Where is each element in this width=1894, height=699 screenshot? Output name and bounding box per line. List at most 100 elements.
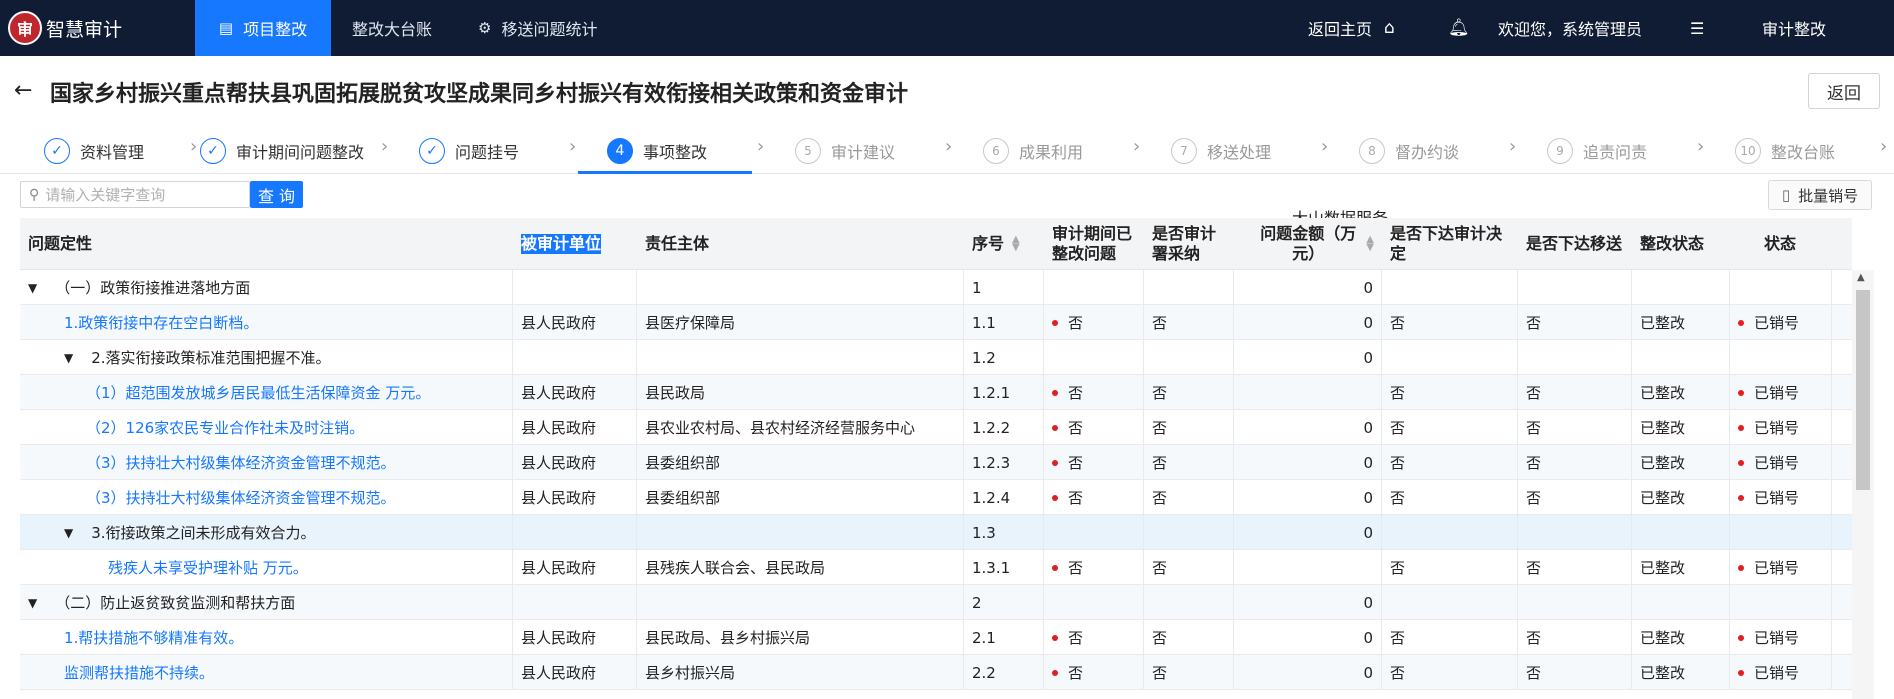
cell-amount: 0 <box>1234 655 1382 690</box>
cell-seq: 1.2.1 <box>964 375 1044 410</box>
scrollbar-thumb[interactable] <box>1856 290 1870 490</box>
nav-tab-transfer-statistics[interactable]: ⚙ 移送问题统计 <box>478 0 597 56</box>
cell-during <box>1044 515 1144 550</box>
return-home-link[interactable]: 返回主页 ⌂ <box>1308 0 1395 56</box>
search-button[interactable]: 查 询 <box>250 181 303 208</box>
cell-unit: 县人民政府 <box>513 305 637 340</box>
cell-problem[interactable]: 1.帮扶措施不够精准有效。 <box>20 620 513 655</box>
cell-problem[interactable]: （3）扶持壮大村级集体经济资金管理不规范。 <box>20 445 513 480</box>
table-row[interactable]: ▼ 3.衔接政策之间未形成有效合力。 1.3 0 <box>20 515 1852 550</box>
cell-problem[interactable]: （3）扶持壮大村级集体经济资金管理不规范。 <box>20 480 513 515</box>
cell-decision: 否 <box>1382 375 1518 410</box>
batch-close-button[interactable]: ▯ 批量销号 <box>1768 180 1872 210</box>
app-logo[interactable]: 审 智慧审计 <box>8 10 122 46</box>
table-row[interactable]: ▼ 2.落实衔接政策标准范围把握不准。 1.2 0 <box>20 340 1852 375</box>
cell-adopted: 否 <box>1144 305 1234 340</box>
step-1[interactable]: ✓ 资料管理 <box>44 128 144 174</box>
cell-adopted <box>1144 270 1234 305</box>
col-rectification-status[interactable]: 整改状态 <box>1632 218 1730 270</box>
cell-rect-status: 已整改 <box>1632 305 1730 340</box>
cell-amount: 0 <box>1234 480 1382 515</box>
table-row[interactable]: 1.政策衔接中存在空白断档。 县人民政府 县医疗保障局 1.1 否否 0 否否已整改 已销号 <box>20 305 1852 340</box>
cell-subject <box>637 270 964 305</box>
table-row[interactable]: ▼ （一）政策衔接推进落地方面 1 0 <box>20 270 1852 305</box>
expand-caret-icon[interactable]: ▼ <box>28 596 37 610</box>
cell-problem[interactable]: 监测帮扶措施不持续。 <box>20 655 513 690</box>
cell-problem[interactable]: （1）超范围发放城乡居民最低生活保障资金 万元。 <box>20 375 513 410</box>
col-status[interactable]: 状态 <box>1730 218 1832 270</box>
step-7[interactable]: 7 移送处理 <box>1171 128 1271 174</box>
gear-icon: ⚙ <box>478 19 492 37</box>
col-audit-decision[interactable]: 是否下达审计决定 <box>1382 218 1518 270</box>
step-2[interactable]: ✓ 审计期间问题整改 <box>200 128 364 174</box>
cell-transfer: 否 <box>1518 480 1632 515</box>
step-4[interactable]: 4 事项整改 <box>607 128 707 174</box>
cell-status: 已销号 <box>1730 550 1832 585</box>
table-row[interactable]: 1.帮扶措施不够精准有效。 县人民政府 县民政局、县乡村振兴局 2.1 否否 0 否否已整改… <box>20 620 1852 655</box>
table-row[interactable]: ▼ （二）防止返贫致贫监测和帮扶方面 2 0 <box>20 585 1852 620</box>
cell-subject: 县民政局 <box>637 375 964 410</box>
cell-seq: 1.2.3 <box>964 445 1044 480</box>
status-dot-icon <box>1052 424 1058 431</box>
cell-decision: 否 <box>1382 620 1518 655</box>
col-adopted[interactable]: 是否审计署采纳 <box>1144 218 1234 270</box>
nav-tab-rectification-ledger[interactable]: 整改大台账 <box>352 0 432 56</box>
cell-decision: 否 <box>1382 655 1518 690</box>
col-transfer[interactable]: 是否下达移送 <box>1518 218 1632 270</box>
chevron-right-icon: › <box>381 136 389 157</box>
sort-icon[interactable]: ▲ ▼ <box>1366 235 1374 253</box>
return-button[interactable]: 返回 <box>1808 73 1880 109</box>
cell-subject: 县民政局、县乡村振兴局 <box>637 620 964 655</box>
cell-rect-status: 已整改 <box>1632 410 1730 445</box>
vertical-scrollbar[interactable]: ▲ <box>1852 270 1874 699</box>
cell-problem: ▼ （二）防止返贫致贫监测和帮扶方面 <box>20 585 513 620</box>
col-problem[interactable]: 问题定性 <box>20 218 513 270</box>
cell-seq: 2.2 <box>964 655 1044 690</box>
scroll-up-icon[interactable]: ▲ <box>1857 272 1865 283</box>
bell-icon[interactable]: 🔔︎ <box>1448 0 1470 56</box>
table-row[interactable]: （3）扶持壮大村级集体经济资金管理不规范。 县人民政府 县委组织部 1.2.4 否否 0 否… <box>20 480 1852 515</box>
cell-adopted: 否 <box>1144 410 1234 445</box>
table-row[interactable]: （3）扶持壮大村级集体经济资金管理不规范。 县人民政府 县委组织部 1.2.3 否否 0 否… <box>20 445 1852 480</box>
check-icon: ✓ <box>200 138 226 164</box>
step-6[interactable]: 6 成果利用 <box>983 128 1083 174</box>
logo-seal-icon: 审 <box>8 11 42 45</box>
step-5[interactable]: 5 审计建议 <box>795 128 895 174</box>
col-audited-unit[interactable]: 被审计单位 <box>513 218 637 270</box>
module-switch[interactable]: 审计整改 <box>1762 0 1826 56</box>
col-responsible-subject[interactable]: 责任主体 <box>637 218 964 270</box>
cell-problem[interactable]: 1.政策衔接中存在空白断档。 <box>20 305 513 340</box>
menu-list-icon[interactable]: ☰ <box>1690 0 1704 56</box>
search-input[interactable] <box>45 185 226 204</box>
active-step-underline <box>578 171 752 174</box>
expand-caret-icon[interactable]: ▼ <box>64 351 73 365</box>
cell-problem[interactable]: （2）126家农民专业合作社未及时注销。 <box>20 410 513 445</box>
cell-unit: 县人民政府 <box>513 480 637 515</box>
cell-during <box>1044 585 1144 620</box>
status-dot-icon <box>1052 669 1058 676</box>
table-row[interactable]: 监测帮扶措施不持续。 县人民政府 县乡村振兴局 2.2 否否 0 否否已整改 已销号 <box>20 655 1852 690</box>
step-8[interactable]: 8 督办约谈 <box>1359 128 1459 174</box>
col-during-audit[interactable]: 审计期间已整改问题 <box>1044 218 1144 270</box>
sort-icon[interactable]: ▲ ▼ <box>1012 235 1020 253</box>
expand-caret-icon[interactable]: ▼ <box>64 526 73 540</box>
table-row[interactable]: 残疾人未享受护理补贴 万元。 县人民政府 县残疾人联合会、县民政局 1.3.1 否否否否… <box>20 550 1852 585</box>
nav-tab-project-rectification[interactable]: ▤ 项目整改 <box>195 0 331 56</box>
step-10[interactable]: 10 整改台账 <box>1735 128 1835 174</box>
cell-adopted: 否 <box>1144 620 1234 655</box>
cell-during: 否 <box>1044 445 1144 480</box>
table-row[interactable]: （1）超范围发放城乡居民最低生活保障资金 万元。 县人民政府 县民政局 1.2.1 否否… <box>20 375 1852 410</box>
cell-during: 否 <box>1044 410 1144 445</box>
col-seq[interactable]: 序号 ▲ ▼ <box>964 218 1044 270</box>
table-row[interactable]: （2）126家农民专业合作社未及时注销。 县人民政府 县农业农村局、县农村经济经营服… <box>20 410 1852 445</box>
expand-caret-icon[interactable]: ▼ <box>28 281 37 295</box>
chevron-right-icon: › <box>1509 136 1517 157</box>
col-amount[interactable]: 问题金额（万元） ▲ ▼ <box>1234 218 1382 270</box>
cell-during: 否 <box>1044 620 1144 655</box>
back-arrow-icon[interactable]: ← <box>14 78 32 103</box>
step-9[interactable]: 9 追责问责 <box>1547 128 1647 174</box>
step-3[interactable]: ✓ 问题挂号 <box>419 128 519 174</box>
page-title: 国家乡村振兴重点帮扶县巩固拓展脱贫攻坚成果同乡村振兴有效衔接相关政策和资金审计 <box>50 82 909 107</box>
cell-problem[interactable]: 残疾人未享受护理补贴 万元。 <box>20 550 513 585</box>
cell-adopted <box>1144 515 1234 550</box>
